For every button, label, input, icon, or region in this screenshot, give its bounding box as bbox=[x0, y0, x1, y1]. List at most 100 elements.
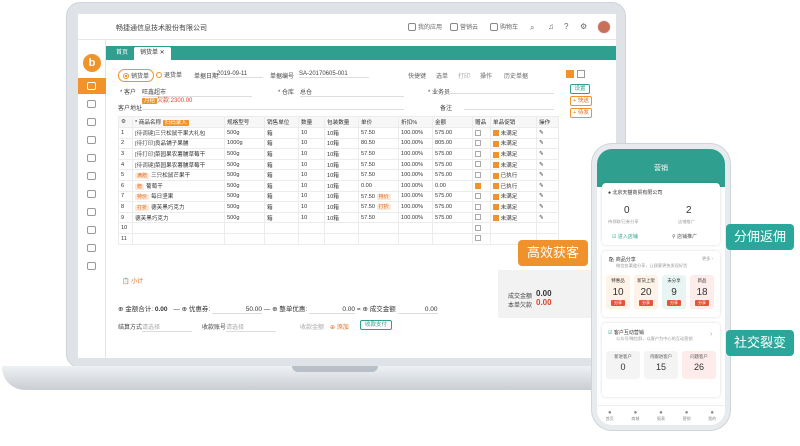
customer-stat[interactable]: 问题客户 26 bbox=[682, 351, 716, 379]
type-return-radio[interactable]: 退货单 bbox=[156, 70, 182, 79]
unit-cell[interactable] bbox=[264, 232, 299, 245]
price-cell[interactable]: 0.00 bbox=[358, 179, 399, 192]
cloud-icon[interactable] bbox=[87, 262, 96, 270]
qty-cell[interactable]: 10 bbox=[298, 201, 325, 213]
gift-cell[interactable] bbox=[472, 127, 491, 139]
edit-icon[interactable]: ✎ bbox=[539, 183, 544, 189]
edit-icon[interactable]: ✎ bbox=[539, 162, 544, 168]
edit-icon[interactable]: ✎ bbox=[539, 215, 544, 221]
promo-cell[interactable]: 未满足 bbox=[490, 190, 537, 203]
price-cell[interactable]: 57.50 bbox=[358, 148, 399, 160]
product-cell[interactable]: 打折 德芙黑巧克力 bbox=[132, 201, 225, 213]
table-row[interactable]: 9 德芙黑巧克力 500g 箱 10 10箱 57.50 100.00% 575… bbox=[118, 211, 559, 224]
pending-button[interactable]: + 待发 bbox=[570, 108, 592, 118]
price-cell[interactable]: 57.50 bbox=[358, 127, 399, 139]
store-icon[interactable] bbox=[87, 154, 96, 162]
quick-ship-button[interactable]: + 快送 bbox=[570, 96, 592, 106]
table-row[interactable]: 5 满赠 三只松鼠芒果干 500g 箱 10 10箱 57.50 100.00% … bbox=[118, 169, 559, 181]
whole-discount-value[interactable]: 0.00 bbox=[309, 306, 356, 314]
tool-print[interactable]: 打印 bbox=[458, 71, 470, 80]
promo-checkbox[interactable] bbox=[493, 130, 499, 137]
header-my-apps[interactable]: 我的应用 bbox=[408, 22, 442, 31]
table-row[interactable]: 8 打折 德芙黑巧克力 500g 箱 10 10箱 57.50 打折 100.00… bbox=[118, 201, 559, 213]
warehouse-icon[interactable] bbox=[87, 136, 96, 144]
ops-cell[interactable] bbox=[536, 222, 559, 234]
unit-cell[interactable]: 箱 bbox=[264, 190, 299, 203]
gift-checkbox[interactable] bbox=[475, 171, 481, 178]
tab-sales-order[interactable]: 销货单 ✕ bbox=[134, 47, 171, 60]
tool-history[interactable]: 历史单据 bbox=[504, 71, 528, 80]
gift-cell[interactable] bbox=[472, 222, 491, 234]
gift-checkbox[interactable] bbox=[475, 129, 481, 136]
table-row[interactable]: 2 [待打印]良品铺子果脯 1000g 箱 10 10箱 80.50 100.0… bbox=[118, 137, 559, 150]
gift-checkbox[interactable] bbox=[475, 182, 481, 189]
qty-cell[interactable]: 10 bbox=[298, 158, 325, 171]
gear-icon[interactable]: ⚙ bbox=[580, 22, 587, 31]
gift-checkbox[interactable] bbox=[475, 214, 481, 221]
ops-cell[interactable]: ✎ bbox=[536, 148, 559, 160]
price-cell[interactable]: 57.50 打折 bbox=[358, 201, 399, 213]
phone-nav-item[interactable]: ● 营销 bbox=[683, 410, 691, 422]
promo-cell[interactable]: 未满足 bbox=[490, 148, 537, 160]
gift-cell[interactable] bbox=[472, 169, 491, 181]
discount-cell[interactable] bbox=[398, 222, 433, 234]
table-row[interactable]: 6 赠葡萄干 500g 箱 10 10箱 0.00 100.00% 0.00 已… bbox=[118, 179, 559, 192]
share-item[interactable]: 特惠品 10 分享 bbox=[606, 275, 630, 309]
report-icon[interactable] bbox=[87, 208, 96, 216]
chevron-right-icon[interactable]: › bbox=[710, 331, 712, 338]
sales-icon[interactable] bbox=[87, 118, 96, 126]
discount-cell[interactable]: 100.00% bbox=[398, 179, 433, 192]
help-icon[interactable]: ? bbox=[564, 22, 568, 31]
gift-checkbox[interactable] bbox=[475, 140, 481, 147]
ops-cell[interactable]: ✎ bbox=[536, 211, 559, 224]
date-field[interactable]: 2019-09-11 bbox=[217, 71, 263, 78]
edit-icon[interactable]: ✎ bbox=[539, 204, 544, 210]
price-cell[interactable]: 57.50 特价 bbox=[358, 190, 399, 203]
unit-cell[interactable] bbox=[264, 222, 299, 234]
bell-icon[interactable]: ♫ bbox=[548, 22, 554, 31]
edit-icon[interactable]: ✎ bbox=[539, 130, 544, 136]
pay-button[interactable]: 收款支付 bbox=[360, 320, 392, 330]
unit-cell[interactable]: 箱 bbox=[264, 211, 299, 224]
address-field[interactable] bbox=[142, 103, 404, 110]
header-cart[interactable]: 购物车 bbox=[490, 22, 518, 31]
clerk-field[interactable] bbox=[450, 87, 554, 94]
product-cell[interactable]: 德芙黑巧克力 bbox=[132, 211, 225, 224]
product-cell[interactable]: [待打印]菜园果农薯脯草莓干 bbox=[132, 148, 225, 160]
qty-cell[interactable] bbox=[298, 232, 325, 245]
gift-checkbox[interactable] bbox=[475, 193, 481, 200]
edit-icon[interactable]: ✎ bbox=[539, 140, 544, 146]
ops-cell[interactable]: ✎ bbox=[536, 127, 559, 139]
gift-cell[interactable] bbox=[472, 190, 491, 203]
promo-cell[interactable]: 已执行 bbox=[490, 169, 537, 181]
promo-cell[interactable]: 未满足 bbox=[490, 211, 537, 224]
promo-cell[interactable] bbox=[490, 222, 537, 234]
user-icon[interactable] bbox=[87, 190, 96, 198]
shop-promo-button[interactable]: ⚲ 店铺推广 bbox=[672, 233, 697, 240]
share-button[interactable]: 分享 bbox=[667, 300, 681, 306]
table-row[interactable]: 1 [待调键]三只松鼠干果大礼包 500g 箱 10 10箱 57.50 100… bbox=[118, 127, 559, 139]
ops-cell[interactable]: ✎ bbox=[536, 169, 559, 181]
ops-cell[interactable]: ✎ bbox=[536, 137, 559, 150]
table-row[interactable]: 4 [待调键]菜园果农薯脯草莓干 500g 箱 10 10箱 57.50 100… bbox=[118, 158, 559, 171]
gift-checkbox[interactable] bbox=[475, 203, 481, 210]
product-cell[interactable]: [待调键]菜园果农薯脯草莓干 bbox=[132, 158, 225, 171]
ops-cell[interactable]: ✎ bbox=[536, 179, 559, 192]
col-settings[interactable]: ⚙ bbox=[118, 116, 133, 128]
gift-cell[interactable] bbox=[472, 148, 491, 160]
promo-cell[interactable]: 未满足 bbox=[490, 137, 537, 150]
settings-button[interactable]: 设置 bbox=[570, 84, 590, 94]
promo-cell[interactable]: 未满足 bbox=[490, 158, 537, 171]
product-cell[interactable]: 赠葡萄干 bbox=[132, 179, 225, 192]
header-marketing[interactable]: 营销云 bbox=[450, 22, 478, 31]
promo-checkbox[interactable] bbox=[493, 140, 499, 147]
prev-icon[interactable] bbox=[566, 70, 574, 78]
enter-shop-button[interactable]: ☑ 进入店铺 bbox=[612, 233, 638, 240]
share-more-link[interactable]: 更多 › bbox=[702, 256, 713, 262]
search-icon[interactable]: ⌕ bbox=[530, 23, 534, 33]
customer-stat[interactable]: 新进客户 0 bbox=[606, 351, 640, 379]
unit-cell[interactable]: 箱 bbox=[264, 148, 299, 160]
edit-icon[interactable]: ✎ bbox=[539, 193, 544, 199]
price-cell[interactable]: 57.50 bbox=[358, 211, 399, 224]
avatar[interactable] bbox=[597, 20, 611, 34]
